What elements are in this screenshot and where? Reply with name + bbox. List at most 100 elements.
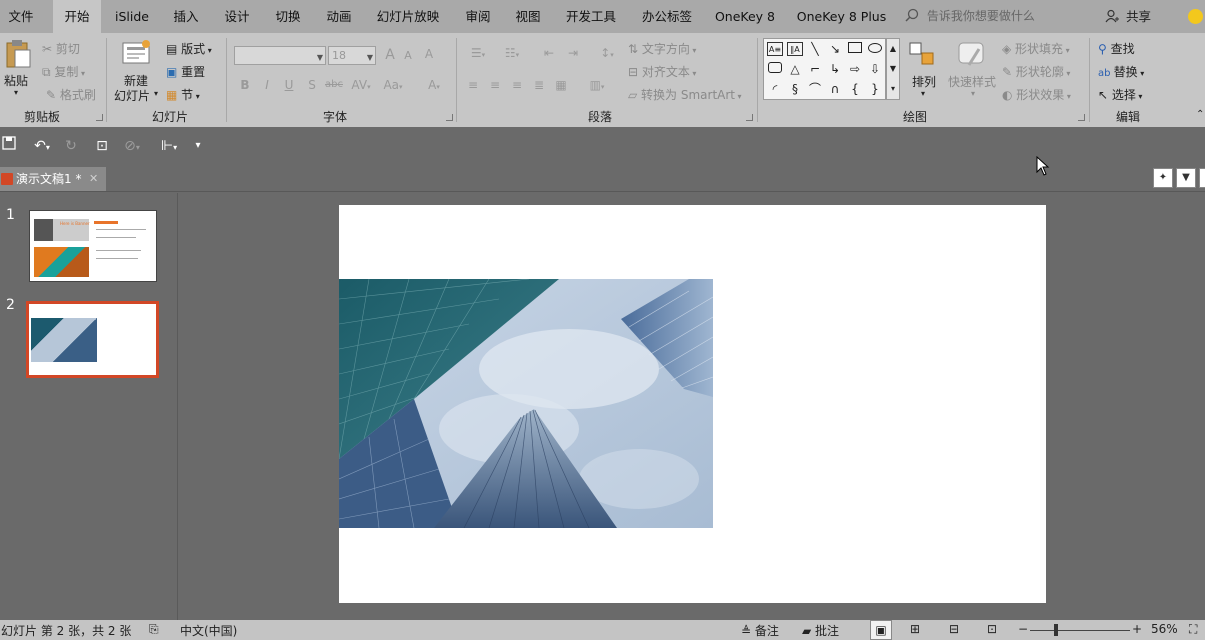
shapes-gallery[interactable]: A≡ ‖A ╲ ↘ △ ⌐ ↳ ⇨ ⇩ ◜ § ⌒ ∩ { } bbox=[763, 38, 886, 100]
scribble-shape-icon[interactable]: § bbox=[787, 82, 803, 96]
shape-outline-button[interactable]: ✎ 形状轮廓 ▾ bbox=[1002, 63, 1070, 80]
spell-check-icon[interactable]: ⎘ bbox=[149, 622, 159, 637]
ribbon-tab[interactable]: 切换 bbox=[266, 0, 310, 33]
language-status[interactable]: 中文(中国) bbox=[180, 622, 237, 639]
ribbon-tab[interactable]: 幻灯片放映 bbox=[371, 0, 445, 33]
columns-button[interactable]: ▥▾ bbox=[584, 78, 610, 92]
underline-button[interactable]: U bbox=[280, 78, 298, 92]
rounded-rect-shape-icon[interactable] bbox=[767, 62, 783, 76]
save-icon[interactable] bbox=[0, 136, 18, 156]
notes-button[interactable]: ≜ 备注 bbox=[741, 622, 779, 639]
zoom-out-button[interactable]: − bbox=[1018, 622, 1028, 636]
rectangle-shape-icon[interactable] bbox=[847, 42, 863, 56]
chevron-down-icon[interactable]: ▼ bbox=[1176, 168, 1196, 188]
collapse-ribbon-icon[interactable]: ⌃ bbox=[1196, 109, 1204, 120]
font-color-button[interactable]: A▾ bbox=[422, 78, 446, 92]
shadow-button[interactable]: S bbox=[303, 78, 321, 92]
oval-shape-icon[interactable] bbox=[867, 42, 883, 56]
layout-button[interactable]: ▤ 版式 ▾ bbox=[166, 40, 212, 57]
distributed-button[interactable]: ▦ bbox=[552, 78, 570, 92]
new-slide-button[interactable]: 新建 幻灯片 ▾ bbox=[114, 39, 162, 105]
text-direction-button[interactable]: ⇅ 文字方向 ▾ bbox=[628, 40, 696, 57]
char-spacing-button[interactable]: AV▾ bbox=[348, 78, 374, 92]
reading-view-icon[interactable]: ⊟ bbox=[949, 622, 959, 636]
current-slide[interactable] bbox=[339, 205, 1046, 603]
smiley-feedback-icon[interactable] bbox=[1188, 9, 1203, 24]
ribbon-tab[interactable]: OneKey 8 bbox=[711, 0, 779, 33]
font-size-combobox[interactable]: 18 ▼ bbox=[328, 46, 376, 65]
close-icon[interactable]: ✕ bbox=[89, 167, 98, 191]
dialog-launcher-icon[interactable] bbox=[1078, 114, 1085, 121]
new-document-icon[interactable]: ✦ bbox=[1153, 168, 1173, 188]
ribbon-tab[interactable]: 视图 bbox=[506, 0, 550, 33]
share-button[interactable]: 共享 bbox=[1105, 0, 1151, 33]
arc-shape-icon[interactable]: ∩ bbox=[827, 82, 843, 96]
bullets-button[interactable]: ☰▾ bbox=[464, 46, 492, 60]
triangle-shape-icon[interactable]: △ bbox=[787, 62, 803, 76]
shapes-gallery-scroll[interactable]: ▲ ▼ ▾ bbox=[886, 38, 900, 100]
normal-view-icon[interactable]: ▣ bbox=[870, 620, 892, 640]
slideshow-view-icon[interactable]: ⊡ bbox=[987, 622, 997, 636]
document-tab[interactable]: 演示文稿1 * ✕ bbox=[0, 167, 106, 191]
ribbon-tab[interactable]: 设计 bbox=[215, 0, 259, 33]
elbow-arrow-shape-icon[interactable]: ↳ bbox=[827, 62, 843, 76]
maximize-icon[interactable] bbox=[1199, 168, 1205, 188]
customize-qat-icon[interactable]: ▾ bbox=[192, 136, 204, 156]
align-center-button[interactable]: ≡ bbox=[486, 78, 504, 92]
redo-icon[interactable]: ↻ bbox=[62, 136, 80, 156]
tell-me-search[interactable]: 告诉我你想要做什么 bbox=[905, 0, 1035, 33]
align-objects-icon[interactable]: ⊩▾ bbox=[154, 136, 184, 156]
textbox-shape-icon[interactable]: A≡ bbox=[767, 42, 783, 56]
shape-fill-button[interactable]: ◈ 形状填充 ▾ bbox=[1002, 40, 1070, 57]
smartart-button[interactable]: ▱ 转换为 SmartArt ▾ bbox=[628, 86, 742, 103]
decrease-indent-button[interactable]: ⇤ bbox=[540, 46, 558, 60]
ribbon-tab[interactable]: 插入 bbox=[164, 0, 208, 33]
line-shape-icon[interactable]: ╲ bbox=[807, 42, 823, 56]
ribbon-tab[interactable]: 办公标签 bbox=[636, 0, 698, 33]
arrange-button[interactable]: 排列 ▾ bbox=[908, 41, 944, 105]
slide-thumbnail-2[interactable] bbox=[26, 301, 159, 378]
dialog-launcher-icon[interactable] bbox=[446, 114, 453, 121]
clear-format-button[interactable]: A bbox=[420, 47, 438, 61]
zoom-slider-track[interactable] bbox=[1030, 630, 1130, 631]
change-case-button[interactable]: Aa▾ bbox=[380, 78, 406, 92]
ribbon-tab[interactable]: 审阅 bbox=[456, 0, 500, 33]
align-text-button[interactable]: ⊟ 对齐文本 ▾ bbox=[628, 63, 696, 80]
paste-button[interactable]: 粘贴 ▾ bbox=[4, 39, 34, 99]
right-arrow-shape-icon[interactable]: ⇨ bbox=[847, 62, 863, 76]
dialog-launcher-icon[interactable] bbox=[96, 114, 103, 121]
ribbon-tab[interactable]: OneKey 8 Plus bbox=[794, 0, 889, 33]
reset-button[interactable]: ▣ 重置 bbox=[166, 63, 205, 80]
bold-button[interactable]: B bbox=[236, 78, 254, 92]
zoom-level[interactable]: 56% bbox=[1151, 622, 1178, 636]
ribbon-tab[interactable]: 开发工具 bbox=[560, 0, 622, 33]
increase-indent-button[interactable]: ⇥ bbox=[564, 46, 582, 60]
copy-button[interactable]: ⧉ 复制 ▾ bbox=[42, 63, 85, 80]
align-left-button[interactable]: ≡ bbox=[464, 78, 482, 92]
curve-shape-icon[interactable]: ⌒ bbox=[807, 82, 823, 96]
grow-font-button[interactable]: A bbox=[381, 47, 399, 63]
font-name-combobox[interactable]: ▼ bbox=[234, 46, 326, 65]
justify-button[interactable]: ≣ bbox=[530, 78, 548, 92]
quick-styles-button[interactable]: 快速样式 ▾ bbox=[946, 41, 998, 105]
ribbon-tab[interactable]: iSlide bbox=[108, 0, 156, 33]
down-arrow-shape-icon[interactable]: ⇩ bbox=[867, 62, 883, 76]
elbow-connector-shape-icon[interactable]: ⌐ bbox=[807, 62, 823, 76]
format-painter-button[interactable]: ✎ 格式刷 bbox=[46, 86, 96, 103]
ribbon-tab[interactable]: 动画 bbox=[317, 0, 361, 33]
touch-mode-icon[interactable]: ⊘▾ bbox=[117, 136, 147, 156]
select-button[interactable]: ↖ 选择 ▾ bbox=[1098, 86, 1142, 103]
align-right-button[interactable]: ≡ bbox=[508, 78, 526, 92]
italic-button[interactable]: I bbox=[258, 78, 276, 92]
building-photo[interactable] bbox=[339, 279, 713, 528]
left-brace-shape-icon[interactable]: { bbox=[847, 82, 863, 96]
cut-button[interactable]: ✂ 剪切 bbox=[42, 40, 80, 57]
shape-effects-button[interactable]: ◐ 形状效果 ▾ bbox=[1002, 86, 1071, 103]
ribbon-tab[interactable]: 文件 bbox=[0, 0, 42, 33]
dialog-launcher-icon[interactable] bbox=[746, 114, 753, 121]
zoom-slider-thumb[interactable] bbox=[1054, 624, 1058, 636]
vertical-textbox-shape-icon[interactable]: ‖A bbox=[787, 42, 803, 56]
freeform-shape-icon[interactable]: ◜ bbox=[767, 82, 783, 96]
numbering-button[interactable]: ☷▾ bbox=[498, 46, 526, 60]
zoom-in-button[interactable]: + bbox=[1132, 622, 1142, 636]
